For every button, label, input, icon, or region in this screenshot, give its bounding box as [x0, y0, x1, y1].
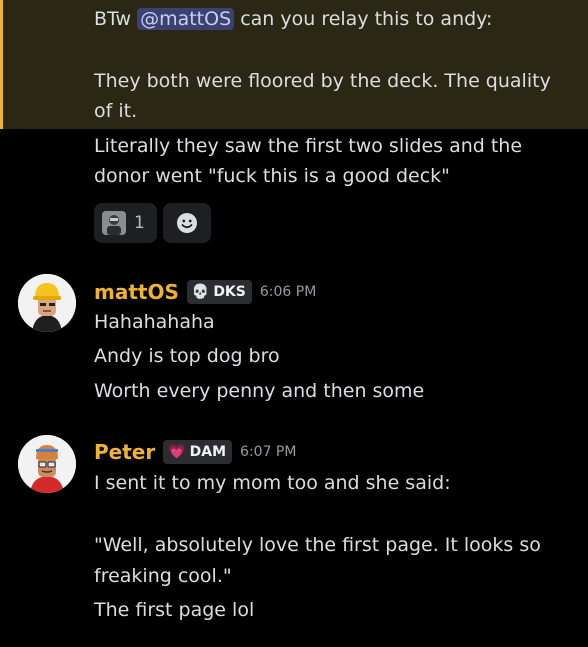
server-tag[interactable]: 💗 DAM: [163, 440, 233, 464]
server-tag-label: DAM: [189, 444, 227, 460]
reaction-button[interactable]: 1: [94, 203, 157, 243]
message-line: Worth every penny and then some: [94, 380, 425, 402]
message-header: Peter 💗 DAM 6:07 PM: [94, 437, 296, 467]
message-line: They both were floored by the deck. The …: [94, 70, 551, 92]
avatar[interactable]: [18, 274, 76, 332]
skull-icon: 💀: [191, 284, 210, 300]
heart-icon: 💗: [168, 444, 186, 460]
reactions-bar: 1: [94, 203, 211, 243]
timestamp: 6:07 PM: [240, 444, 297, 460]
server-tag[interactable]: 💀 DKS: [186, 280, 252, 304]
add-reaction-button[interactable]: [162, 203, 211, 243]
message-line: Literally they saw the first two slides …: [94, 135, 523, 157]
message-line: donor went "fuck this is a good deck": [94, 165, 450, 187]
username[interactable]: mattOS: [94, 280, 179, 304]
message-line: "Well, absolutely love the first page. I…: [94, 534, 541, 556]
custom-avatar-emoji-icon: [102, 211, 126, 235]
message-line: freaking cool.": [94, 565, 232, 587]
message-line: The first page lol: [94, 599, 255, 621]
message-line: of it.: [94, 100, 138, 122]
username[interactable]: Peter: [94, 440, 155, 464]
message-line: BTw @mattOS can you relay this to andy:: [94, 8, 493, 30]
timestamp: 6:06 PM: [259, 284, 317, 300]
message-line: I sent it to my mom too and she said:: [94, 472, 451, 494]
smile-plus-icon: [176, 213, 197, 233]
reaction-count: 1: [134, 213, 145, 233]
message-line: Hahahahaha: [94, 311, 215, 333]
message-header: mattOS 💀 DKS 6:06 PM: [94, 277, 316, 307]
server-tag-label: DKS: [213, 284, 246, 300]
user-mention[interactable]: @mattOS: [137, 8, 235, 30]
message-line: Andy is top dog bro: [94, 345, 280, 367]
avatar[interactable]: [18, 435, 76, 493]
